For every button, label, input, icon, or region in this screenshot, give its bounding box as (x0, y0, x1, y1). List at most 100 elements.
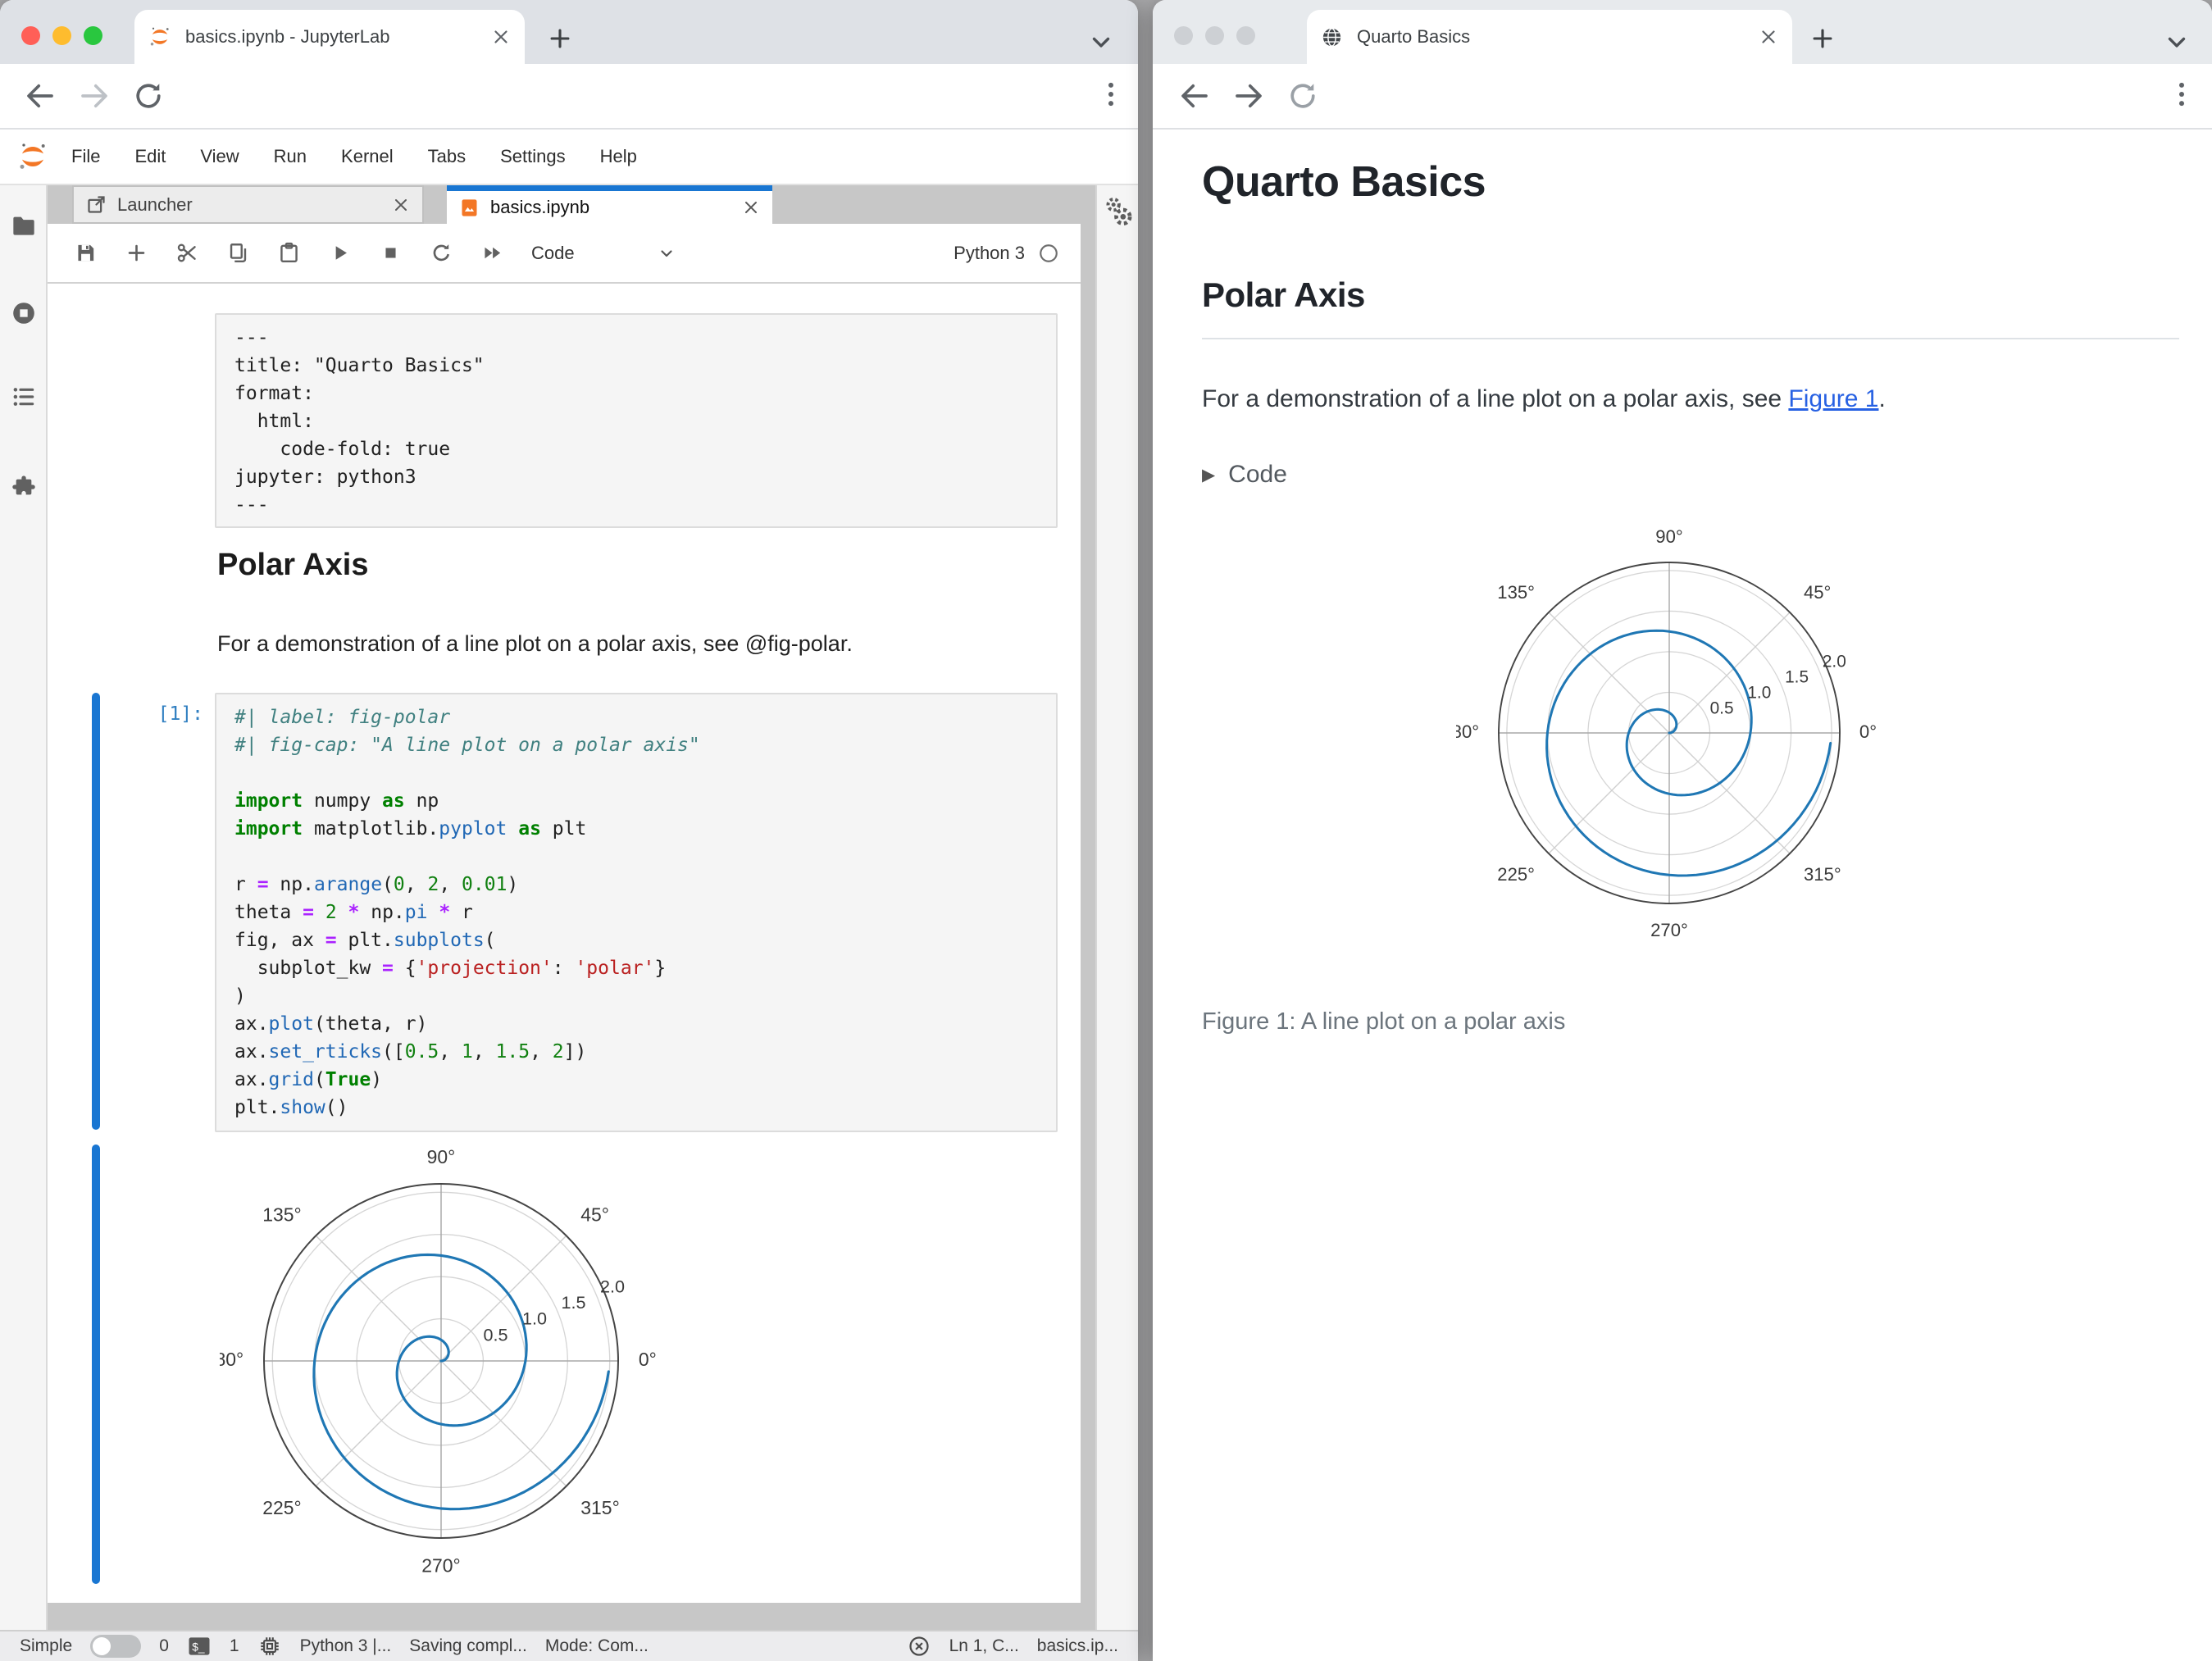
code-line: fig, ax = plt.subplots( (234, 930, 496, 951)
file-browser-icon[interactable] (11, 213, 37, 239)
new-tab-icon[interactable] (546, 25, 574, 52)
quarto-browser-window: Quarto Basics Quarto Basics Polar Axis F… (1153, 0, 2212, 1661)
screenshot-stage: basics.ipynb - JupyterLab File Edit View… (0, 0, 2212, 1661)
run-icon[interactable] (328, 241, 352, 265)
code-line: ax.plot(theta, r) (234, 1013, 428, 1035)
output-collapser[interactable] (92, 1144, 100, 1584)
minimize-window-button[interactable] (52, 26, 71, 45)
svg-text:135°: 135° (262, 1204, 301, 1226)
terminals-count[interactable]: 0 (159, 1636, 169, 1656)
tab-launcher-label: Launcher (117, 193, 193, 215)
kernel-name: Python 3 (954, 242, 1025, 263)
yaml-line: code-fold: true (234, 439, 451, 460)
reload-icon[interactable] (131, 79, 166, 113)
simple-mode-toggle[interactable] (90, 1635, 142, 1658)
cursor-position[interactable]: Ln 1, C... (949, 1636, 1019, 1656)
new-tab-icon[interactable] (1809, 25, 1837, 52)
markdown-heading: Polar Axis (217, 548, 369, 582)
notebook-output: 0° 45° 90° 135° 180° 225° 270° 315° 0.5 1.0 1.5 2.0 (205, 1140, 662, 1586)
close-window-button[interactable] (1174, 26, 1193, 45)
tab-search-chevron-icon[interactable] (1087, 28, 1115, 56)
page-title: Quarto Basics (1202, 158, 1486, 206)
menu-edit[interactable]: Edit (117, 146, 183, 166)
tab-search-chevron-icon[interactable] (2163, 28, 2191, 56)
kernel-chip-icon (260, 1637, 279, 1655)
tab-close-icon[interactable] (1758, 26, 1779, 48)
figure-link[interactable]: Figure 1 (1788, 385, 1878, 412)
zoom-window-button[interactable] (1236, 26, 1255, 45)
disclosure-triangle-icon: ▶ (1202, 465, 1216, 485)
activity-sidebar (0, 185, 48, 1661)
menu-settings[interactable]: Settings (483, 146, 583, 166)
browser-tab[interactable]: Quarto Basics (1307, 10, 1792, 64)
run-all-icon[interactable] (480, 241, 504, 265)
forward-icon[interactable] (1231, 79, 1266, 113)
saving-status-text: Saving compl... (409, 1636, 527, 1655)
svg-text:0.5: 0.5 (1710, 699, 1734, 717)
close-icon[interactable] (391, 195, 411, 215)
copy-icon[interactable] (226, 241, 250, 265)
yaml-raw-cell[interactable]: --- title: "Quarto Basics" format: html: c… (215, 313, 1058, 528)
input-collapser[interactable] (92, 693, 100, 1130)
right-sidebar (1095, 185, 1138, 1661)
menu-run[interactable]: Run (257, 146, 324, 166)
body-paragraph: For a demonstration of a line plot on a … (1202, 385, 1886, 412)
tab-notebook[interactable]: basics.ipynb (447, 185, 772, 224)
svg-text:$_: $_ (192, 1641, 205, 1654)
browser-menu-dots-icon[interactable] (1095, 79, 1126, 110)
back-icon[interactable] (1177, 79, 1212, 113)
kernel-indicator[interactable]: Python 3 (954, 243, 1059, 264)
notebook-scroll-area[interactable]: --- title: "Quarto Basics" format: html: c… (48, 284, 1081, 1603)
code-fold-toggle[interactable]: ▶ Code (1202, 461, 1287, 489)
restart-kernel-icon[interactable] (430, 241, 453, 265)
property-inspector-gears-icon[interactable] (1102, 195, 1135, 228)
extension-manager-icon[interactable] (11, 474, 37, 500)
save-icon[interactable] (74, 241, 98, 265)
svg-text:2.0: 2.0 (600, 1276, 625, 1296)
zoom-window-button[interactable] (84, 26, 102, 45)
add-cell-icon[interactable] (125, 241, 148, 265)
code-cell-editor[interactable]: #| label: fig-polar #| fig-cap: "A line p… (215, 693, 1058, 1132)
browser-menu-dots-icon[interactable] (2166, 79, 2197, 110)
tab-launcher[interactable]: Launcher (72, 185, 424, 224)
running-kernels-icon[interactable] (11, 300, 37, 326)
notebook-scrollbar[interactable] (1081, 284, 1095, 1603)
svg-text:0°: 0° (1859, 721, 1877, 742)
minimize-window-button[interactable] (1205, 26, 1224, 45)
menu-file[interactable]: File (54, 146, 117, 166)
notebook-icon (462, 198, 477, 216)
svg-text:315°: 315° (1804, 864, 1841, 885)
notifications-off-icon[interactable] (907, 1634, 931, 1659)
simple-mode-label: Simple (20, 1636, 73, 1655)
table-of-contents-icon[interactable] (11, 384, 37, 410)
reload-icon[interactable] (1286, 79, 1320, 113)
code-line: import matplotlib.pyplot as plt (234, 818, 587, 840)
section-heading: Polar Axis (1202, 275, 2179, 339)
svg-text:2.0: 2.0 (1823, 652, 1846, 671)
menu-kernel[interactable]: Kernel (324, 146, 411, 166)
paste-icon[interactable] (277, 241, 301, 265)
terminal-icon: $_ (189, 1637, 210, 1655)
cell-type-dropdown[interactable]: Code (531, 243, 676, 264)
svg-text:0.5: 0.5 (484, 1324, 508, 1345)
stop-icon[interactable] (379, 241, 403, 265)
close-window-button[interactable] (21, 26, 40, 45)
forward-icon[interactable] (77, 79, 112, 113)
menu-help[interactable]: Help (583, 146, 654, 166)
cut-icon[interactable] (175, 241, 199, 265)
svg-text:45°: 45° (1804, 582, 1831, 603)
cell-type-value: Code (531, 242, 575, 263)
kernel-status-icon (1040, 243, 1058, 262)
menu-view[interactable]: View (183, 146, 256, 166)
svg-text:1.0: 1.0 (522, 1308, 547, 1329)
kernels-count[interactable]: 1 (230, 1636, 239, 1656)
browser-tab[interactable]: basics.ipynb - JupyterLab (134, 10, 525, 64)
code-line: subplot_kw = {'projection': 'polar'} (234, 958, 667, 979)
close-icon[interactable] (741, 198, 761, 217)
figure-caption: Figure 1: A line plot on a polar axis (1202, 1008, 1566, 1035)
kernel-status-text[interactable]: Python 3 |... (300, 1636, 392, 1656)
back-icon[interactable] (23, 79, 57, 113)
tab-close-icon[interactable] (490, 26, 512, 48)
menu-tabs[interactable]: Tabs (411, 146, 483, 166)
